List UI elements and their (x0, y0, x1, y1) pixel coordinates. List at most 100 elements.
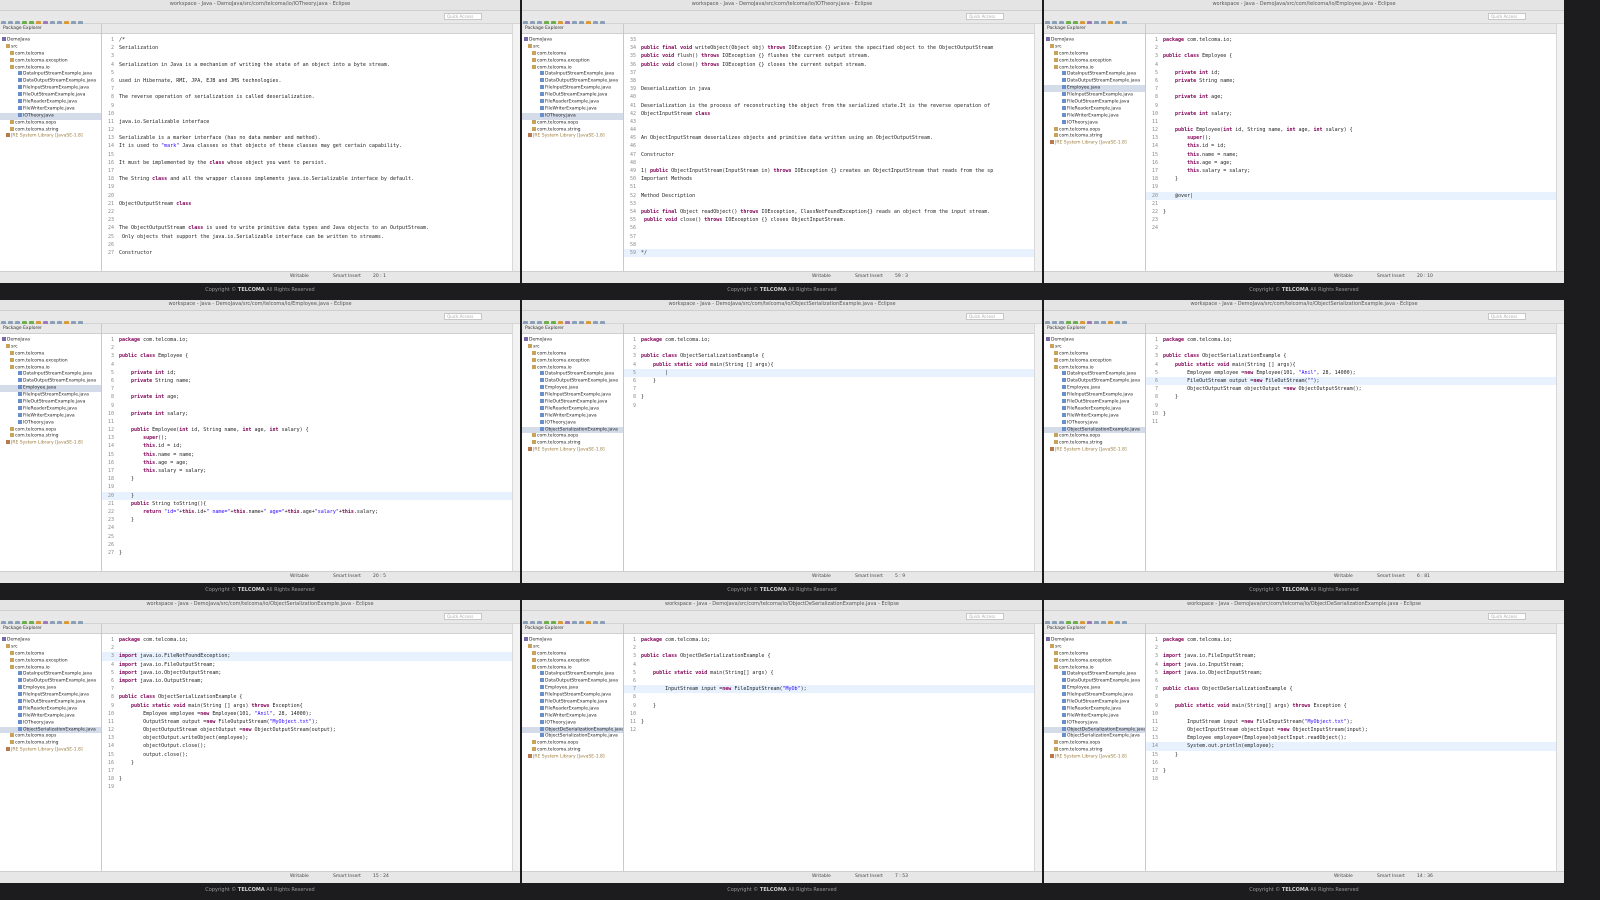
tree-item[interactable]: DataOutputStreamExample.java (0, 378, 101, 385)
tree-item[interactable]: com.telcoma.string (522, 126, 623, 134)
tree-item[interactable]: FileReaderExample.java (522, 705, 623, 713)
tree-item[interactable]: DataInputStreamExample.java (0, 671, 101, 678)
quick-access-input[interactable]: Quick Access (966, 13, 1004, 20)
tree-item[interactable]: DataOutputStreamExample.java (1044, 678, 1145, 685)
tree-item[interactable]: com.telcoma.string (0, 740, 101, 747)
tree-item[interactable]: FileWriterExample.java (522, 105, 623, 113)
tree-item[interactable]: DataOutputStreamExample.java (522, 678, 623, 685)
tree-item[interactable]: src (522, 43, 623, 51)
package-explorer-header[interactable]: Package Explorer (522, 24, 623, 34)
tree-item[interactable]: FileInputStreamExample.java (522, 392, 623, 399)
tree-item[interactable]: FileReaderExample.java (522, 99, 623, 106)
package-explorer-header[interactable]: Package Explorer (1044, 24, 1145, 34)
tree-item[interactable]: FileInputStreamExample.java (522, 85, 623, 92)
quick-access-input[interactable]: Quick Access (1488, 13, 1526, 20)
tree-item[interactable]: com.telcoma.string (522, 747, 623, 754)
tree-item[interactable]: FileOutStreamExample.java (1044, 399, 1145, 406)
tree-item[interactable]: Employee.java (1044, 85, 1145, 93)
tree-item[interactable]: FileInputStreamExample.java (1044, 392, 1145, 399)
code-area[interactable]: 1 package com.telcoma.io; 2 3 import java.io… (1146, 636, 1557, 872)
code-editor[interactable]: IOTheory.javaEmployee.javaObjectSerializ… (1146, 624, 1557, 872)
code-area[interactable]: 33 34 public final void writeObject(Object… (624, 36, 1035, 272)
quick-access-input[interactable]: Quick Access (1488, 313, 1526, 320)
tree-item[interactable]: DataInputStreamExample.java (522, 371, 623, 378)
tree-item[interactable]: JRE System Library [JavaSE-1.8] (522, 754, 623, 761)
tree-item[interactable]: JRE System Library [JavaSE-1.8] (0, 747, 101, 754)
tree-item[interactable]: FileWriterExample.java (522, 412, 623, 420)
tree-item[interactable]: com.telcoma.oops (1044, 740, 1145, 747)
tree-item[interactable]: com.telcoma.io (1044, 64, 1145, 72)
quick-access-input[interactable]: Quick Access (444, 613, 482, 620)
quick-access-input[interactable]: Quick Access (1488, 613, 1526, 620)
tree-item[interactable]: FileOutStreamExample.java (1044, 99, 1145, 106)
tree-item[interactable]: FileReaderExample.java (1044, 705, 1145, 713)
tree-item[interactable]: DemoJava (0, 337, 101, 344)
tree-item[interactable]: IOTheory.java (1044, 119, 1145, 127)
tree-item[interactable]: com.telcoma.oops (522, 119, 623, 127)
tree-item[interactable]: IOTheory.java (522, 719, 623, 727)
tree-item[interactable]: ObjectDeSerializationExample.java (1044, 726, 1145, 734)
tree-item[interactable]: DemoJava (522, 337, 623, 344)
tree-item[interactable]: src (0, 643, 101, 651)
tree-item[interactable]: FileInputStreamExample.java (522, 692, 623, 699)
tree-item[interactable]: Employee.java (0, 685, 101, 692)
tree-item[interactable]: DemoJava (1044, 337, 1145, 344)
tree-item[interactable]: FileWriterExample.java (0, 712, 101, 720)
code-area[interactable]: 1 /* 2 Serialization 3 4 Serialization in Java… (102, 36, 513, 272)
tree-item[interactable]: com.telcoma.oops (0, 733, 101, 740)
tree-item[interactable]: com.telcoma.io (1044, 364, 1145, 372)
code-editor[interactable]: IOTheory.javaEmployee.java 1 package com.… (102, 324, 513, 572)
tree-item[interactable]: com.telcoma.oops (522, 740, 623, 747)
tree-item[interactable]: com.telcoma.io (1044, 664, 1145, 672)
tree-item[interactable]: com.telcoma.string (522, 440, 623, 447)
tree-item[interactable]: DataOutputStreamExample.java (1044, 78, 1145, 85)
tree-item[interactable]: FileOutStreamExample.java (1044, 699, 1145, 706)
tree-item[interactable]: FileWriterExample.java (1044, 712, 1145, 720)
code-editor[interactable]: IOTheory.javaEmployee.javaObjectSerializ… (624, 324, 1035, 572)
tree-item[interactable]: FileReaderExample.java (0, 99, 101, 106)
tree-item[interactable]: com.telcoma.exception (522, 657, 623, 665)
code-area[interactable]: 1 package com.telcoma.io; 2 3 public class O… (624, 336, 1035, 572)
tree-item[interactable]: FileInputStreamExample.java (0, 692, 101, 699)
tree-item[interactable]: DemoJava (0, 37, 101, 44)
tree-item[interactable]: com.telcoma (522, 50, 623, 58)
tree-item[interactable]: com.telcoma (0, 50, 101, 58)
tree-item[interactable]: DataInputStreamExample.java (1044, 71, 1145, 78)
package-explorer-header[interactable]: Package Explorer (0, 624, 101, 634)
tree-item[interactable]: src (0, 43, 101, 51)
tree-item[interactable]: com.telcoma.oops (0, 426, 101, 434)
tree-item[interactable]: FileReaderExample.java (1044, 405, 1145, 413)
tree-item[interactable]: DataInputStreamExample.java (522, 671, 623, 678)
tree-item[interactable]: com.telcoma.string (0, 433, 101, 440)
tree-item[interactable]: JRE System Library [JavaSE-1.8] (0, 133, 101, 140)
tree-item[interactable]: com.telcoma.exception (1044, 57, 1145, 65)
code-editor[interactable]: IOTheory.javaEmployee.javaObjectSerializ… (102, 624, 513, 872)
tree-item[interactable]: DemoJava (1044, 37, 1145, 44)
tree-item[interactable]: DataInputStreamExample.java (0, 371, 101, 378)
tree-item[interactable]: DataOutputStreamExample.java (0, 678, 101, 685)
tree-item[interactable]: DataInputStreamExample.java (0, 71, 101, 78)
tree-item[interactable]: ObjectSerializationExample.java (1044, 733, 1145, 740)
tree-item[interactable]: Employee.java (1044, 385, 1145, 392)
tree-item[interactable]: ObjectSerializationExample.java (1044, 426, 1145, 434)
tree-item[interactable]: com.telcoma (522, 350, 623, 358)
package-explorer-header[interactable]: Package Explorer (522, 624, 623, 634)
tree-item[interactable]: FileOutStreamExample.java (522, 399, 623, 406)
code-area[interactable]: 1 package com.telcoma.io; 2 3 public class O… (1146, 336, 1557, 572)
quick-access-input[interactable]: Quick Access (444, 313, 482, 320)
tree-item[interactable]: Employee.java (522, 385, 623, 392)
tree-item[interactable]: FileInputStreamExample.java (0, 392, 101, 399)
tree-item[interactable]: ObjectSerializationExample.java (522, 426, 623, 434)
tree-item[interactable]: IOTheory.java (0, 419, 101, 427)
tree-item[interactable]: com.telcoma.io (522, 364, 623, 372)
tree-item[interactable]: Employee.java (1044, 685, 1145, 692)
tree-item[interactable]: com.telcoma (522, 650, 623, 658)
tree-item[interactable]: com.telcoma.io (0, 64, 101, 72)
code-area[interactable]: 1 package com.telcoma.io; 2 3 public class O… (624, 636, 1035, 872)
tree-item[interactable]: com.telcoma.io (0, 664, 101, 672)
tree-item[interactable]: FileOutStreamExample.java (522, 699, 623, 706)
tree-item[interactable]: com.telcoma (1044, 350, 1145, 358)
tree-item[interactable]: DemoJava (522, 637, 623, 644)
package-explorer-header[interactable]: Package Explorer (522, 324, 623, 334)
tree-item[interactable]: com.telcoma.exception (0, 357, 101, 365)
